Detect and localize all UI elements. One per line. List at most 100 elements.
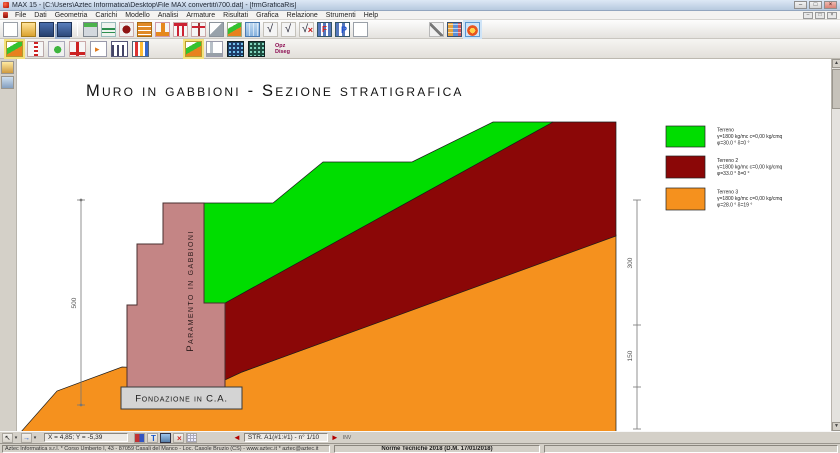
legend-name-2: Terreno 2 [717,158,738,164]
left-tool-strip [0,59,17,431]
left-dimension-line [77,199,85,406]
save-all-icon[interactable] [57,22,72,37]
section-selector-display: STR. A1(#1:#1) - n° 1/10 [244,433,328,442]
legend-swatch-terreno-3 [666,188,705,210]
rebar-p-icon[interactable] [335,22,350,37]
columns-icon[interactable] [173,22,188,37]
menu-file[interactable]: File [11,11,30,20]
scroll-down-icon[interactable]: ▼ [832,422,840,431]
delete-tool-icon[interactable] [173,433,184,443]
export-view-icon[interactable] [90,41,107,57]
new-file-icon[interactable] [3,22,18,37]
scroll-up-icon[interactable]: ▲ [832,59,840,68]
child-restore-button[interactable]: □ [815,12,825,19]
menu-modello[interactable]: Modello [121,11,154,20]
open-file-icon[interactable] [21,22,36,37]
calc-sqrt-2-icon[interactable] [281,22,296,37]
close-button[interactable]: × [824,1,837,9]
legend-swatch-terreno-2 [666,156,705,178]
menu-relazione[interactable]: Relazione [283,11,322,20]
masonry-wall-icon[interactable] [137,22,152,37]
verify-grid-icon[interactable] [245,22,260,37]
menu-armature[interactable]: Armature [182,11,219,20]
menu-grafica[interactable]: Grafica [252,11,283,20]
legend-props1-3: γ=1800 kg/mc c=0,00 kg/cmq [717,196,783,202]
dimension-label-500: 500 [71,297,78,308]
slope-icon[interactable] [209,22,224,37]
dimension-label-150: 150 [627,350,634,361]
pan-tool-icon[interactable] [1,76,14,89]
legend-name-3: Terreno 3 [717,190,738,196]
child-minimize-button[interactable]: – [803,12,813,19]
status-bar: Aztec Informatica s.r.l. * Corso Umberto… [0,443,840,453]
previous-section-button[interactable]: ◄ [233,433,241,443]
calc-sqrt-1-icon[interactable] [263,22,278,37]
chart-bars-icon[interactable] [132,41,149,57]
title-bar[interactable]: MAX 15 - [C:\Users\Aztec Informatica\Des… [0,0,840,11]
rebar-layout-icon[interactable] [317,22,332,37]
drawing-canvas[interactable]: Fondazione in C.A. Paramento in gabbioni… [17,59,831,431]
legend-props2-1: φ=30.0 ° δ=0 ° [717,141,750,147]
pointer-tool-icon[interactable]: ↖ [2,433,13,443]
menu-geometria[interactable]: Geometria [51,11,92,20]
menu-bar: File Dati Geometria Carichi Modello Anal… [0,11,840,20]
menu-risultati[interactable]: Risultati [219,11,252,20]
arrow-tool-icon[interactable]: → [21,433,32,443]
drawing-options-button[interactable]: Opz Diseg [275,43,290,55]
vertical-scrollbar[interactable]: ▲ ▼ [831,59,840,431]
text-tool-icon[interactable] [147,433,158,443]
grid-tool-icon[interactable] [186,433,197,443]
foundation-label: Fondazione in C.A. [135,394,228,405]
maximize-button[interactable]: □ [809,1,822,9]
wall-profile-icon[interactable] [206,41,223,57]
report-columns-icon[interactable] [111,41,128,57]
wall-section-icon[interactable] [69,41,86,57]
arrow-dropdown-icon[interactable]: ▾ [32,435,38,441]
inv-label: INV [343,435,351,441]
pointer-dropdown-icon[interactable]: ▾ [13,435,19,441]
right-dimension-line [633,200,641,429]
slope-layers-icon[interactable] [227,22,242,37]
minimize-button[interactable]: – [794,1,807,9]
plinth-foundation-icon[interactable] [155,22,170,37]
child-window-icon [3,12,8,18]
materials-icon[interactable] [119,22,134,37]
fire-check-icon[interactable] [465,22,480,37]
app-icon [3,2,9,8]
results-table-icon[interactable] [447,22,462,37]
menu-dati[interactable]: Dati [30,11,50,20]
verify-colors-icon[interactable] [134,433,145,443]
report-page-icon[interactable] [353,22,368,37]
measure-rod-icon[interactable] [27,41,44,57]
scrollbar-thumb[interactable] [832,69,840,109]
next-section-button[interactable]: ► [331,433,339,443]
norm-settings-icon[interactable] [83,22,98,37]
stratigraphy-view-icon[interactable] [185,41,202,57]
menu-analisi[interactable]: Analisi [154,11,183,20]
seismic-analysis-icon[interactable] [101,22,116,37]
texture-2-icon[interactable] [248,41,265,57]
child-close-button[interactable]: × [827,12,837,19]
calc-delete-icon[interactable] [299,22,314,37]
coordinates-display: X = 4,85; Y = -5,39 [44,433,128,442]
window-title: MAX 15 - [C:\Users\Aztec Informatica\Des… [12,2,794,9]
fill-paint-icon[interactable] [48,41,65,57]
screen-view-icon[interactable] [160,433,171,443]
menu-strumenti[interactable]: Strumenti [322,11,360,20]
menu-carichi[interactable]: Carichi [91,11,121,20]
save-file-icon[interactable] [39,22,54,37]
texture-1-icon[interactable] [227,41,244,57]
legend-props1-1: γ=1800 kg/mc c=0,00 kg/cmq [717,134,783,140]
company-info-panel: Aztec Informatica s.r.l. * Corso Umberto… [2,445,330,453]
main-toolbar [0,20,840,39]
section-view-icon[interactable] [6,41,23,57]
norms-panel: Norme Tecniche 2018 (D.M. 17/01/2018) [334,445,540,453]
zoom-tool-icon[interactable] [1,61,14,74]
wall-label: Paramento in gabbioni [185,230,196,351]
legend-swatch-terreno-1 [666,126,705,147]
status-empty-panel [544,445,838,453]
tools-hammer-icon[interactable] [429,22,444,37]
pier-icon[interactable] [191,22,206,37]
graphics-toolbar: Opz Diseg [0,39,840,59]
menu-help[interactable]: Help [360,11,382,20]
